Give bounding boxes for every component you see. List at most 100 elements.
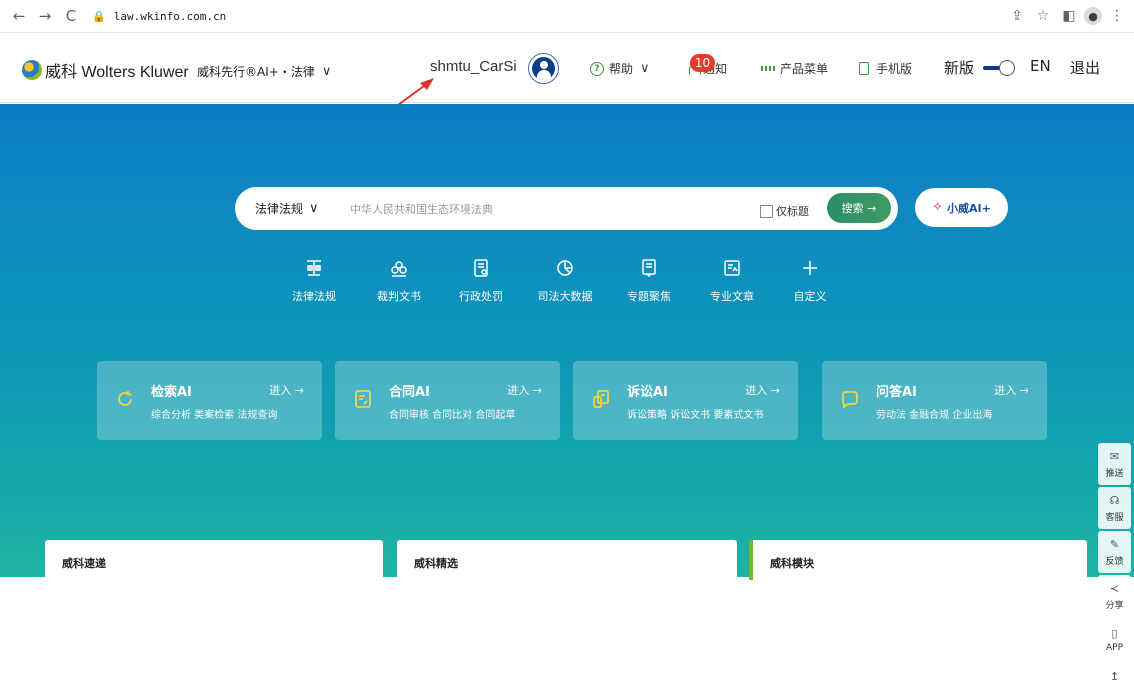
logo[interactable]: 威科 Wolters Kluwer	[22, 58, 189, 82]
help-icon: ?	[590, 61, 604, 76]
ai-card-title: 检索AI	[151, 385, 192, 400]
share-tool[interactable]: ≺ 分享	[1098, 575, 1131, 617]
ai-card-title: 诉讼AI	[627, 385, 668, 400]
search-input[interactable]	[350, 197, 740, 221]
quick-link-topics[interactable]: 专题聚焦	[609, 256, 689, 304]
product-menu-label: 产品菜单	[780, 62, 829, 76]
quick-link-label: 司法大数据	[537, 290, 593, 303]
ai-card-enter[interactable]: 进入 →	[745, 382, 780, 398]
chevron-down-icon: ∨	[309, 201, 319, 216]
quick-link-articles[interactable]: 专业文章	[692, 256, 772, 304]
site-header: 威科 Wolters Kluwer 威科先行®AI+・法律 ∨ shmtu_Ca…	[0, 33, 1134, 103]
new-version-label: 新版	[944, 59, 975, 77]
help-label: 帮助	[609, 62, 634, 76]
new-version-toggle[interactable]	[983, 60, 1017, 76]
quick-link-bigdata[interactable]: 司法大数据	[525, 256, 605, 304]
quick-link-label: 裁判文书	[377, 290, 421, 303]
ai-card-contract[interactable]: 合同AI 进入 → 合同审核 合同比对 合同起草	[335, 361, 560, 440]
push-tool[interactable]: ✉ 推送	[1098, 443, 1131, 485]
share-icon: ≺	[1109, 581, 1120, 595]
grid-icon	[761, 62, 775, 76]
quick-link-custom[interactable]: 自定义	[770, 256, 850, 304]
reload-icon[interactable]: C	[60, 5, 82, 27]
bottom-card-selected[interactable]: 威科精选	[397, 540, 737, 580]
pie-chart-icon	[553, 256, 577, 280]
bottom-card-modules[interactable]: 威科模块	[749, 540, 1087, 580]
ai-card-features: 合同审核 合同比对 合同起草	[389, 410, 516, 421]
tool-label: 推送	[1105, 468, 1124, 479]
hero-section: 法律法规 ∨ 仅标题 搜索 → ✧ 小威AI+ 法律法规 裁判文书 行政处罚	[0, 104, 1134, 693]
user-icon	[532, 57, 555, 80]
service-tool[interactable]: ☊ 客服	[1098, 487, 1131, 529]
username[interactable]: shmtu_CarSi	[430, 58, 517, 75]
ai-card-enter[interactable]: 进入 →	[994, 382, 1029, 398]
title-only-checkbox[interactable]: 仅标题	[760, 203, 809, 219]
mobile-button[interactable]: 手机版	[857, 60, 912, 77]
tool-label: 分享	[1105, 600, 1124, 611]
help-menu[interactable]: ? 帮助 ∨	[590, 60, 650, 77]
forward-icon[interactable]: →	[34, 5, 56, 27]
url-text: law.wkinfo.com.cn	[113, 9, 227, 23]
book-icon	[637, 256, 661, 280]
address-bar[interactable]: 🔒 law.wkinfo.com.cn	[92, 4, 226, 28]
refresh-search-icon	[118, 391, 132, 406]
search-bar: 法律法规 ∨ 仅标题 搜索 →	[235, 187, 898, 230]
tool-label: 客服	[1105, 512, 1124, 523]
logo-text: 威科 Wolters Kluwer	[45, 64, 189, 81]
xiaowei-ai-button[interactable]: ✧ 小威AI+	[915, 188, 1008, 227]
language-switch[interactable]: EN	[1030, 57, 1051, 75]
bookmark-star-icon[interactable]: ☆	[1032, 5, 1054, 27]
ai-card-qa[interactable]: 问答AI 进入 → 劳动法 金融合规 企业出海	[822, 361, 1047, 440]
profile-icon[interactable]: ●	[1084, 7, 1102, 25]
bottom-card-title: 威科速递	[62, 557, 106, 570]
product-selector[interactable]: 威科先行®AI+・法律 ∨	[197, 63, 331, 80]
contract-icon	[355, 390, 371, 408]
share-icon[interactable]: ⇪	[1006, 5, 1028, 27]
title-only-label: 仅标题	[776, 205, 809, 218]
checkbox-icon	[760, 204, 773, 218]
back-icon[interactable]: ←	[8, 5, 30, 27]
app-tool[interactable]: ▯ APP	[1098, 619, 1131, 661]
article-icon	[720, 256, 744, 280]
ai-card-title: 合同AI	[389, 385, 430, 400]
logo-mark-icon	[22, 60, 42, 80]
sidebar-icon[interactable]: ◧	[1058, 5, 1080, 27]
scales-icon	[302, 256, 326, 280]
push-icon: ✉	[1109, 449, 1120, 463]
document-icon	[469, 256, 493, 280]
chevron-down-icon: ∨	[640, 61, 650, 76]
product-label: 威科先行®AI+・法律	[197, 65, 315, 79]
arrow-up-icon: ↥	[1109, 670, 1120, 683]
bottom-card-title: 威科模块	[770, 557, 814, 570]
ai-card-search[interactable]: 检索AI 进入 → 综合分析 类案检索 法规查询	[97, 361, 322, 440]
plus-icon	[798, 256, 822, 280]
user-avatar[interactable]	[528, 53, 559, 84]
menu-icon[interactable]: ⋮	[1106, 5, 1128, 27]
sparkle-icon: ✧	[932, 200, 944, 215]
search-button[interactable]: 搜索 →	[827, 193, 891, 223]
quick-link-laws[interactable]: 法律法规	[274, 256, 354, 304]
notify-count-badge: 10	[690, 54, 715, 72]
quick-link-label: 行政处罚	[459, 290, 503, 303]
quick-link-penalties[interactable]: 行政处罚	[441, 256, 521, 304]
product-menu-button[interactable]: 产品菜单	[761, 60, 828, 77]
side-toolbar: ✉ 推送 ☊ 客服 ✎ 反馈 ≺ 分享 ▯ APP ↥	[1098, 443, 1131, 695]
back-to-top-tool[interactable]: ↥	[1098, 663, 1131, 693]
ai-card-litigation[interactable]: 诉讼AI 进入 → 诉讼策略 诉讼文书 要素式文书	[573, 361, 798, 440]
chevron-down-icon: ∨	[321, 64, 332, 79]
search-scope-select[interactable]: 法律法规 ∨	[255, 200, 319, 217]
ai-card-enter[interactable]: 进入 →	[507, 382, 542, 398]
quick-link-label: 专题聚焦	[627, 290, 671, 303]
ai-card-enter[interactable]: 进入 →	[269, 382, 304, 398]
bottom-card-title: 威科精选	[414, 557, 458, 570]
litigation-icon	[593, 390, 609, 408]
feedback-tool[interactable]: ✎ 反馈	[1098, 531, 1131, 573]
search-scope-label: 法律法规	[255, 202, 304, 216]
headset-icon: ☊	[1109, 493, 1120, 507]
quick-link-judgments[interactable]: 裁判文书	[359, 256, 439, 304]
lock-icon: 🔒	[92, 9, 106, 23]
logout-button[interactable]: 退出	[1070, 57, 1100, 78]
ai-card-features: 综合分析 类案检索 法规查询	[151, 410, 278, 421]
bottom-card-express[interactable]: 威科速递	[45, 540, 383, 580]
ai-card-features: 劳动法 金融合规 企业出海	[876, 410, 993, 421]
